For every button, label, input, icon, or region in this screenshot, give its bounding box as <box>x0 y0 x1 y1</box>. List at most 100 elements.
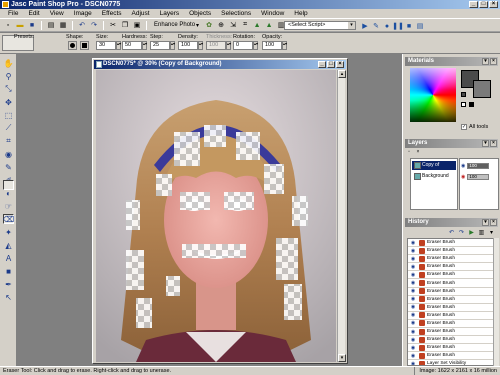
step-field[interactable]: 25 <box>150 41 170 50</box>
layer-opacity-bar[interactable]: 100 <box>467 173 490 180</box>
edit-script-icon[interactable]: ✎ <box>371 21 381 31</box>
hardness-field[interactable]: 50 <box>122 41 142 50</box>
cut-icon[interactable]: ✂ <box>108 20 118 30</box>
visibility-eye-icon[interactable]: ◉ <box>409 248 417 254</box>
rotation-field[interactable]: 0 <box>233 41 253 50</box>
palette-close-icon[interactable]: × <box>490 219 497 226</box>
history-item[interactable]: ◉ Eraser Brush <box>408 312 494 320</box>
delete-layer-icon[interactable]: × <box>414 148 422 156</box>
visibility-eye-icon[interactable]: ◉ <box>409 280 417 286</box>
thickness-field[interactable]: 100 <box>206 41 226 50</box>
deform-tool-icon[interactable]: ⤡ <box>3 84 14 94</box>
close-button[interactable]: × <box>489 1 498 8</box>
enhance-photo-dropdown[interactable]: Enhance Photo ▾ <box>151 22 202 29</box>
image-canvas[interactable] <box>96 70 336 362</box>
visibility-eye-icon[interactable]: ◉ <box>409 256 417 262</box>
swap-colors-icon[interactable] <box>461 102 466 107</box>
palette-options-icon[interactable]: ▾ <box>482 58 489 65</box>
history-scrollbar[interactable] <box>493 238 499 366</box>
red-eye-tool-icon[interactable]: ◉ <box>3 149 14 159</box>
history-item[interactable]: ◉ Eraser Brush <box>408 328 494 337</box>
menu-objects[interactable]: Objects <box>184 9 216 19</box>
hardness-spinner[interactable]: ▴▾ <box>142 41 147 50</box>
stop-script-icon[interactable]: ■ <box>404 21 414 31</box>
visibility-eye-icon[interactable]: ◉ <box>409 304 417 310</box>
history-item[interactable]: ◉ Eraser Brush <box>408 304 494 312</box>
visibility-eye-icon[interactable]: ◉ <box>461 163 465 169</box>
preset-shape-tool-icon[interactable]: ■ <box>3 266 14 276</box>
image-maximize-button[interactable]: □ <box>327 61 335 68</box>
history-item[interactable]: ◉ Eraser Brush <box>408 247 494 256</box>
copy-icon[interactable]: ❐ <box>120 20 130 30</box>
visibility-eye-icon[interactable]: ◉ <box>409 329 417 335</box>
history-item[interactable]: ◉ Eraser Brush <box>408 271 494 280</box>
thickness-spinner[interactable]: ▴▾ <box>226 41 231 50</box>
visibility-eye-icon[interactable]: ◉ <box>409 296 417 302</box>
palette-close-icon[interactable]: × <box>490 140 497 147</box>
history-item[interactable]: ◉ Eraser Brush <box>408 296 494 304</box>
image-browser-icon[interactable]: ▲ <box>264 20 274 30</box>
layer-item[interactable]: Background <box>412 172 456 181</box>
history-item[interactable]: ◉ Eraser Brush <box>408 255 494 264</box>
maximize-button[interactable]: □ <box>479 1 488 8</box>
size-spinner[interactable]: ▴▾ <box>116 41 121 50</box>
image-window-titlebar[interactable]: DSCN0775* @ 30% (Copy of Background) _ □… <box>94 60 346 69</box>
dropper-tool-icon[interactable]: ⟋ <box>3 123 14 133</box>
run-script-icon[interactable]: ▶ <box>360 21 370 31</box>
new-layer-icon[interactable]: ▫ <box>405 148 413 156</box>
redo-icon[interactable]: ↷ <box>89 20 99 30</box>
selection-tool-icon[interactable]: ⬚ <box>3 110 14 120</box>
rotation-spinner[interactable]: ▴▾ <box>253 41 258 50</box>
all-tools-option[interactable]: ✓ All tools <box>461 124 488 130</box>
visibility-eye-icon[interactable]: ◉ <box>409 312 417 318</box>
transparent-icon[interactable] <box>469 102 474 107</box>
history-options-icon[interactable]: ▾ <box>487 228 496 237</box>
history-item[interactable]: ◉ Eraser Brush <box>408 320 494 329</box>
history-item[interactable]: ◉ Eraser Brush <box>408 279 494 288</box>
minimize-button[interactable]: _ <box>469 1 478 8</box>
menu-adjust[interactable]: Adjust <box>127 9 155 19</box>
print-icon[interactable]: ▦ <box>58 20 68 30</box>
pause-script-icon[interactable]: ❚❚ <box>392 21 404 31</box>
color-spectrum[interactable] <box>410 68 456 122</box>
one-step-fix-icon[interactable]: ✿ <box>204 20 214 30</box>
visibility-off-icon[interactable]: ◉ <box>461 174 465 180</box>
visibility-eye-icon[interactable]: ◉ <box>409 240 417 246</box>
menu-edit[interactable]: Edit <box>23 9 44 19</box>
undo-history-icon[interactable]: ↶ <box>447 228 456 237</box>
square-shape-button[interactable] <box>80 41 89 50</box>
palette-options-icon[interactable]: ▾ <box>482 219 489 226</box>
pen-tool-icon[interactable]: ✒ <box>3 279 14 289</box>
script-select[interactable]: <Select Script> ▾ <box>284 21 356 30</box>
history-item[interactable]: ◉ Eraser Brush <box>408 352 494 361</box>
menu-layers[interactable]: Layers <box>155 9 185 19</box>
image-close-button[interactable]: × <box>336 61 344 68</box>
size-field[interactable]: 30 <box>96 41 116 50</box>
visibility-eye-icon[interactable]: ◉ <box>409 345 417 351</box>
menu-image[interactable]: Image <box>69 9 97 19</box>
visibility-eye-icon[interactable]: ◉ <box>409 264 417 270</box>
image-minimize-button[interactable]: _ <box>318 61 326 68</box>
visibility-eye-icon[interactable]: ◉ <box>409 337 417 343</box>
opacity-field[interactable]: 100 <box>262 41 282 50</box>
menu-view[interactable]: View <box>45 9 69 19</box>
visibility-eye-icon[interactable]: ◉ <box>409 272 417 278</box>
scan-icon[interactable]: ▤ <box>46 20 56 30</box>
zoom-icon[interactable]: ⊕ <box>216 20 226 30</box>
visibility-eye-icon[interactable]: ◉ <box>409 353 417 359</box>
image-vertical-scrollbar[interactable]: ▴ ▾ <box>337 70 346 362</box>
background-color-swatch[interactable] <box>473 80 491 98</box>
menu-help[interactable]: Help <box>289 9 312 19</box>
paste-icon[interactable]: ▣ <box>132 20 142 30</box>
materials-palette-titlebar[interactable]: Materials ▾ × <box>405 57 498 66</box>
crop-tool-icon[interactable]: ⌗ <box>3 136 14 146</box>
eraser-tool-icon[interactable]: ⌫ <box>3 214 14 224</box>
visibility-eye-icon[interactable]: ◉ <box>409 320 417 326</box>
step-spinner[interactable]: ▴▾ <box>170 41 175 50</box>
zoom-tool-icon[interactable]: ⚲ <box>3 71 14 81</box>
palette-options-icon[interactable]: ▾ <box>482 140 489 147</box>
resize-icon[interactable]: ⇲ <box>228 20 238 30</box>
delete-history-icon[interactable]: ▥ <box>477 228 486 237</box>
flood-fill-tool-icon[interactable]: ◭ <box>3 240 14 250</box>
save-icon[interactable]: ■ <box>27 20 37 30</box>
